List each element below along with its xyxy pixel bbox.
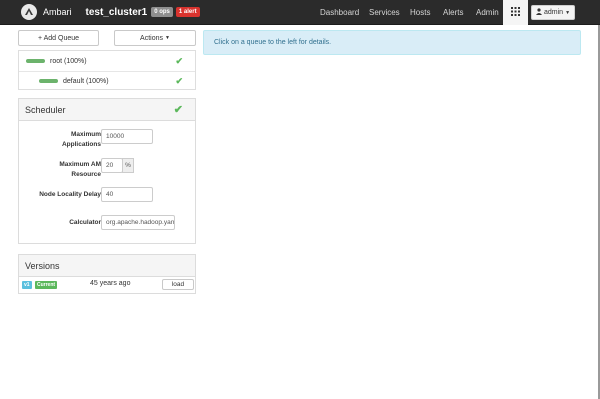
check-icon: ✔ <box>175 55 183 66</box>
nav-link-hosts[interactable]: Hosts <box>410 0 430 25</box>
load-label: load <box>171 281 185 288</box>
percent-addon: % <box>122 158 134 173</box>
version-tag: v1 <box>22 281 32 289</box>
add-queue-label: + Add Queue <box>37 34 80 42</box>
versions-panel: Versions v1 Current 45 years ago load <box>18 254 196 294</box>
versions-panel-header: Versions <box>19 255 195 277</box>
nav-link-services[interactable]: Services <box>369 0 400 25</box>
user-name: admin <box>543 9 564 16</box>
info-message: Click on a queue to the left for details… <box>214 39 332 46</box>
user-menu-button[interactable]: admin ▼ <box>531 5 575 20</box>
queue-label: root (100%) <box>50 57 87 65</box>
current-tag: Current <box>35 281 58 289</box>
max-applications-input[interactable]: 10000 <box>101 129 153 144</box>
calculator-input[interactable]: org.apache.hadoop.yarn <box>101 215 175 230</box>
nav-link-dashboard[interactable]: Dashboard <box>320 0 359 25</box>
node-locality-delay-input[interactable]: 40 <box>101 187 153 202</box>
queue-list: root (100%) ✔ default (100%) ✔ <box>18 50 196 90</box>
scheduler-panel-header: Scheduler ✔ <box>19 99 195 121</box>
node-locality-delay-label: Node Locality Delay <box>39 191 101 198</box>
scheduler-title: Scheduler <box>25 104 66 115</box>
actions-button[interactable]: Actions ▼ <box>114 30 196 46</box>
queue-item-default[interactable]: default (100%) ✔ <box>19 71 195 91</box>
queue-item-root[interactable]: root (100%) ✔ <box>19 51 195 71</box>
queue-capacity-bar <box>26 59 45 63</box>
user-icon <box>535 8 542 17</box>
versions-title: Versions <box>25 260 60 271</box>
queue-capacity-bar <box>39 79 58 83</box>
check-icon: ✔ <box>175 75 183 86</box>
check-icon: ✔ <box>173 104 183 116</box>
caret-down-icon: ▼ <box>565 9 571 16</box>
actions-label: Actions <box>140 34 163 42</box>
caret-down-icon: ▼ <box>165 35 170 41</box>
load-version-button[interactable]: load <box>162 279 194 290</box>
add-queue-button[interactable]: + Add Queue <box>18 30 99 46</box>
max-am-resource-input[interactable]: 20 <box>101 158 123 173</box>
nav-link-alerts[interactable]: Alerts <box>443 0 463 25</box>
calculator-label: Calculator <box>69 219 101 226</box>
scheduler-panel: Scheduler ✔ Maximum Applications 10000 M… <box>18 98 196 244</box>
version-age: 45 years ago <box>90 280 131 287</box>
views-grid-button[interactable] <box>503 0 528 25</box>
grid-icon <box>511 7 520 18</box>
max-am-resource-label: Maximum AM Resource <box>59 161 101 178</box>
info-alert: Click on a queue to the left for details… <box>203 30 581 55</box>
nav-link-admin[interactable]: Admin <box>476 0 499 25</box>
max-applications-label: Maximum Applications <box>61 131 101 148</box>
queue-label: default (100%) <box>63 77 109 85</box>
